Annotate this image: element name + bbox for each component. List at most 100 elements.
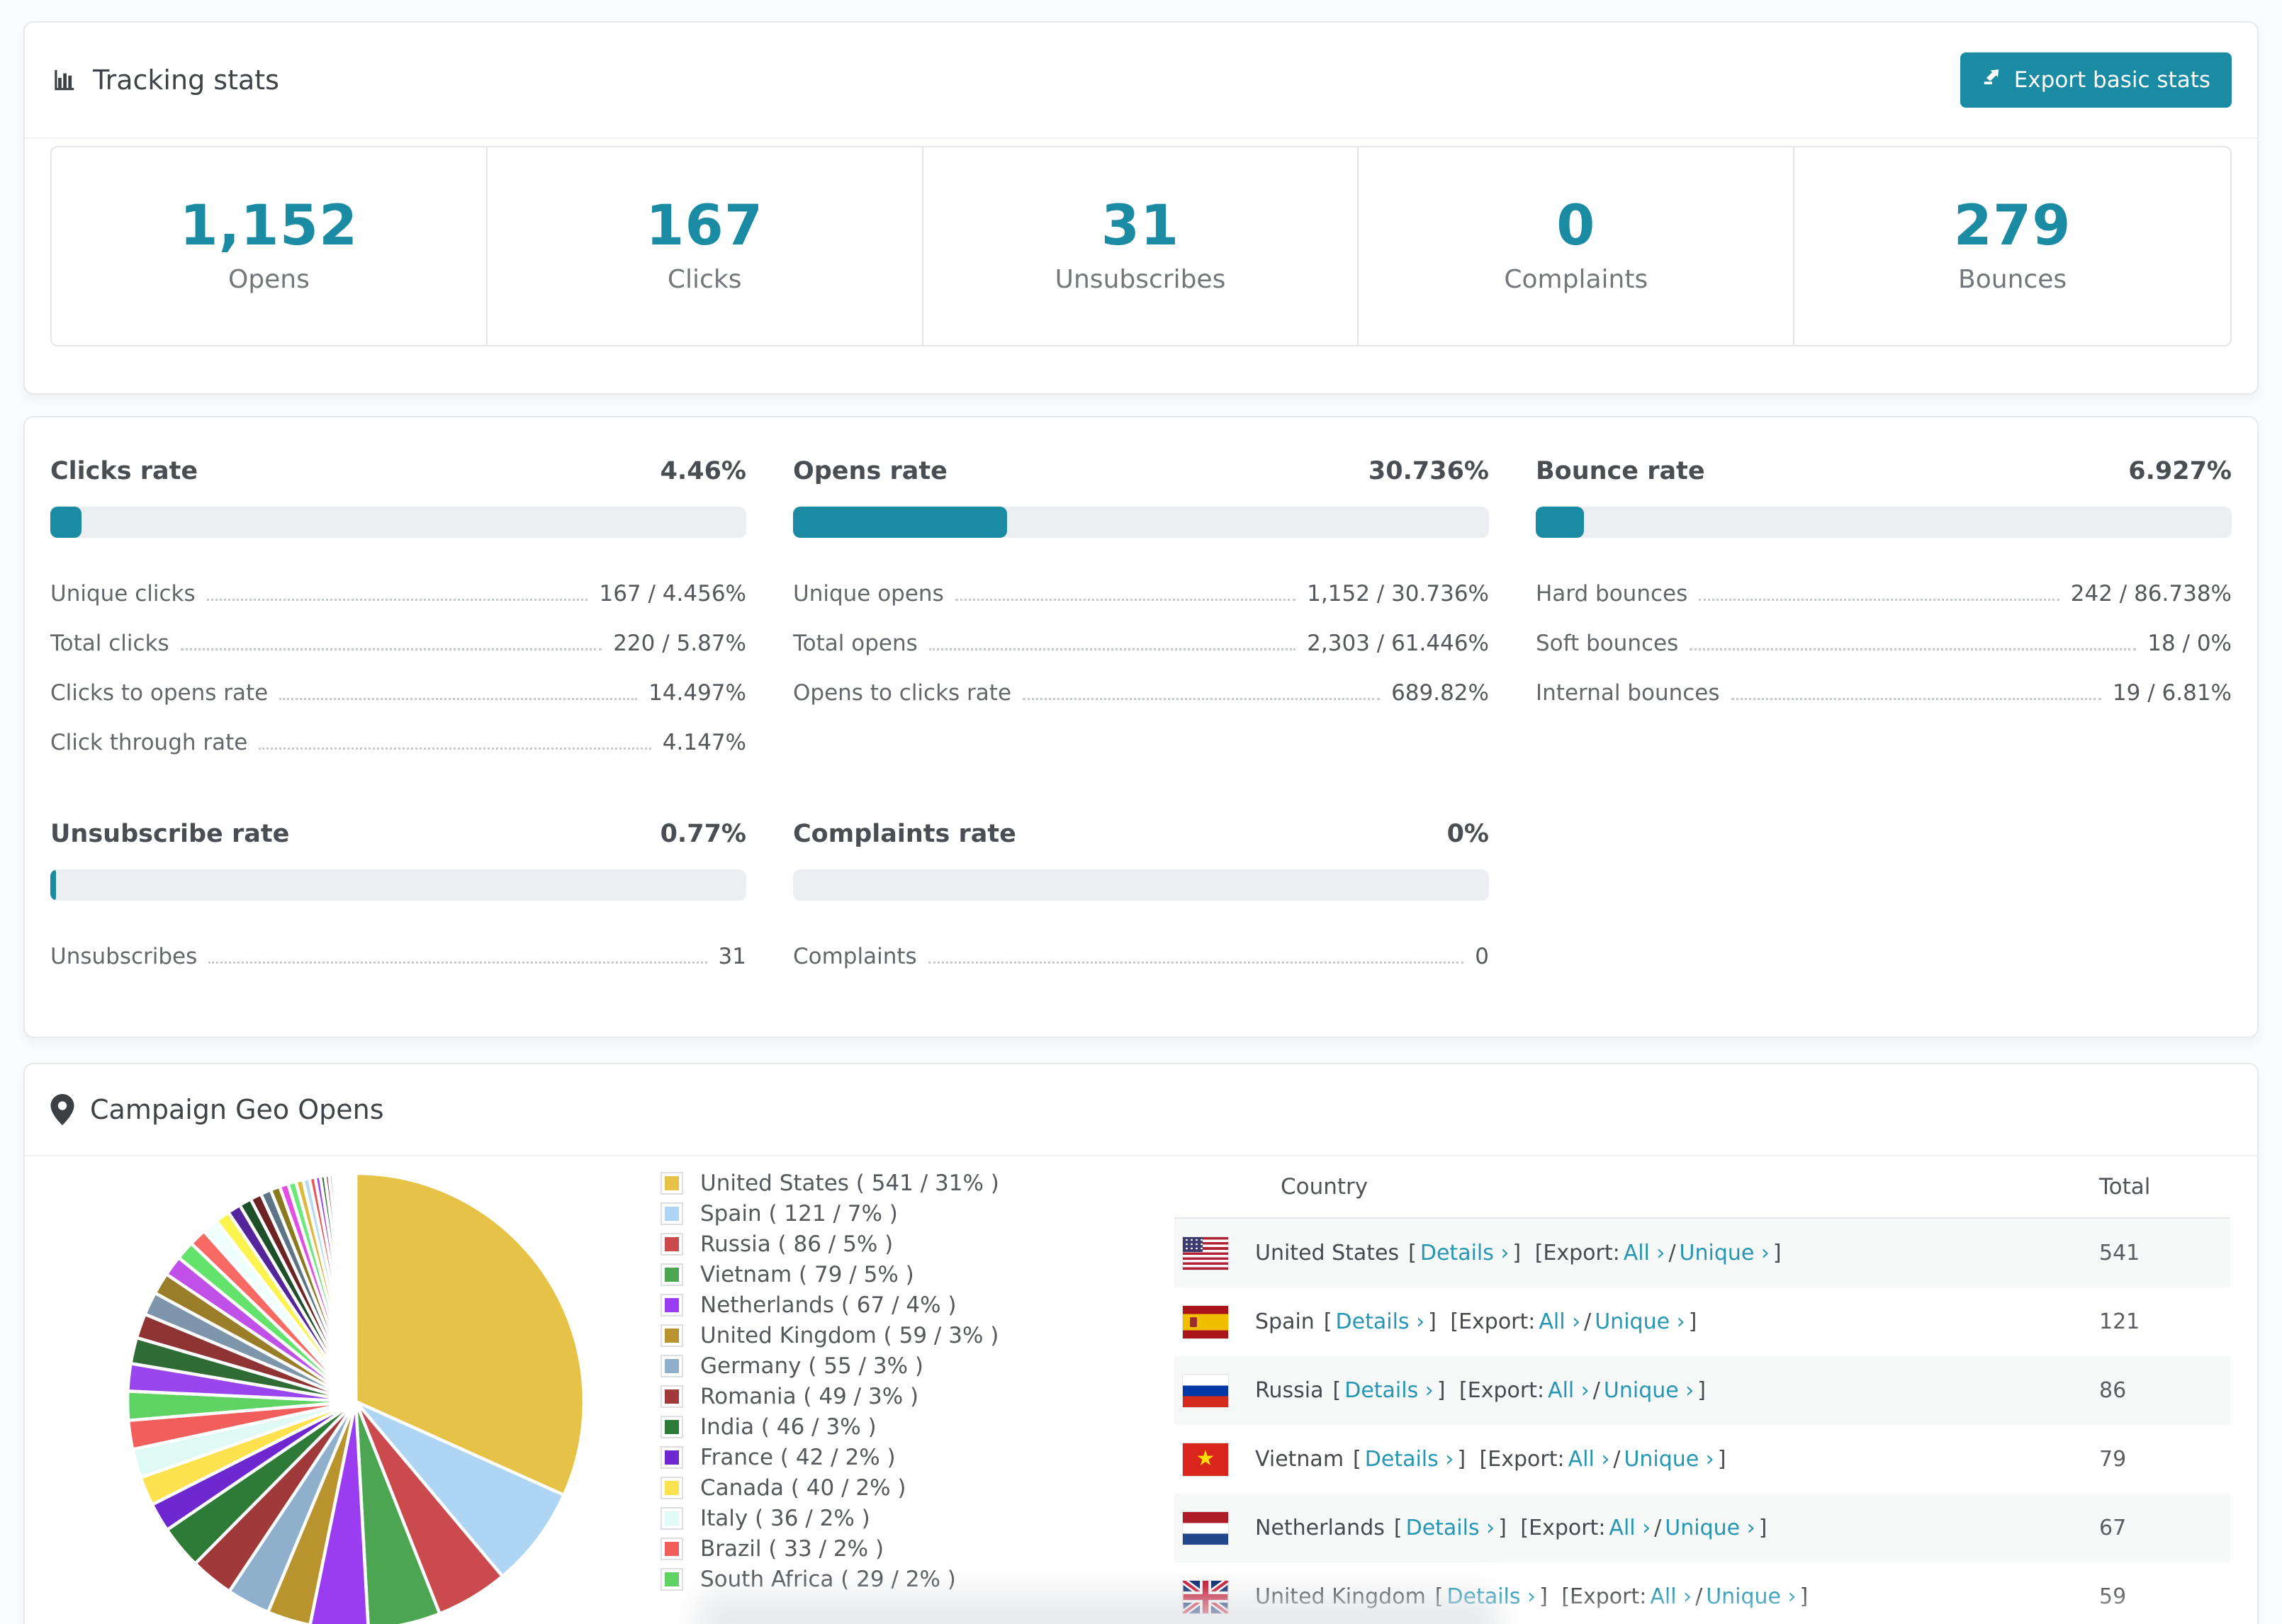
complaints-count: 0 (1556, 194, 1596, 258)
export-unique-link[interactable]: Unique › (1680, 1241, 1770, 1265)
legend-item[interactable]: Romania ( 49 / 3% ) (661, 1381, 999, 1411)
bounce-rate-bar (1536, 507, 2232, 538)
export-unique-link[interactable]: Unique › (1665, 1516, 1755, 1540)
unsubscribe-rate-value: 0.77% (660, 820, 746, 848)
table-row-spain: Spain[Details ›] [Export: All › / Unique ›]… (1174, 1287, 2230, 1356)
details-link[interactable]: Details › (1336, 1309, 1425, 1334)
country-name: Vietnam (1255, 1447, 1344, 1472)
export-icon (1982, 67, 2003, 94)
dotted-leader (1699, 599, 2059, 601)
clicks-rate-section: Clicks rate 4.46% Unique clicks 167 / 4.4… (50, 457, 746, 767)
country-total: 59 (2099, 1584, 2127, 1609)
details-link[interactable]: Details › (1406, 1516, 1495, 1540)
stat-row: Unique opens 1,152 / 30.736% (793, 581, 1489, 607)
flag-netherlands-icon (1183, 1511, 1228, 1545)
details-link[interactable]: Details › (1344, 1378, 1434, 1403)
dotted-leader (259, 748, 651, 750)
stat-row: Total clicks 220 / 5.87% (50, 631, 746, 656)
legend-item[interactable]: United Kingdom ( 59 / 3% ) (661, 1320, 999, 1350)
stat-row: Unsubscribes 31 (50, 944, 746, 969)
total-column-header: Total (2099, 1174, 2151, 1200)
legend-swatch (661, 1232, 683, 1256)
geo-opens-pie-chart[interactable] (122, 1168, 590, 1624)
opens-label: Opens (227, 265, 310, 294)
country-name: United States (1255, 1241, 1400, 1265)
export-all-link[interactable]: All › (1624, 1241, 1665, 1265)
legend-item[interactable]: Germany ( 55 / 3% ) (661, 1350, 999, 1381)
legend-item[interactable]: France ( 42 / 2% ) (661, 1442, 999, 1472)
dotted-leader (1731, 698, 2101, 700)
export-all-link[interactable]: All › (1539, 1309, 1580, 1334)
legend-label: Germany ( 55 / 3% ) (700, 1353, 924, 1379)
export-unique-link[interactable]: Unique › (1595, 1309, 1685, 1334)
legend-item[interactable]: Russia ( 86 / 5% ) (661, 1229, 999, 1259)
dotted-leader (928, 962, 1464, 964)
flag-spain-icon (1183, 1305, 1228, 1338)
country-total: 79 (2099, 1447, 2127, 1472)
export-all-link[interactable]: All › (1548, 1378, 1590, 1403)
legend-item[interactable]: Netherlands ( 67 / 4% ) (661, 1290, 999, 1320)
details-link[interactable]: Details › (1365, 1447, 1454, 1472)
stat-row: Opens to clicks rate 689.82% (793, 680, 1489, 706)
export-unique-link[interactable]: Unique › (1624, 1447, 1714, 1472)
flag-russia-icon (1183, 1374, 1228, 1407)
legend-label: Russia ( 86 / 5% ) (700, 1231, 894, 1257)
stat-row: Internal bounces 19 / 6.81% (1536, 680, 2232, 706)
export-all-link[interactable]: All › (1568, 1447, 1610, 1472)
bounce-rate-title: Bounce rate (1536, 457, 1705, 485)
legend-label: South Africa ( 29 / 2% ) (700, 1566, 956, 1592)
summary-box-bounces: 279 Bounces (1794, 147, 2230, 345)
legend-swatch (661, 1354, 683, 1377)
opens-rate-title: Opens rate (793, 457, 948, 485)
table-row-russia: Russia[Details ›] [Export: All › / Unique ›… (1174, 1356, 2230, 1425)
header-divider (25, 137, 2257, 139)
opens-rate-bar (793, 507, 1489, 538)
unsubscribes-label: Unsubscribes (1055, 265, 1226, 294)
legend-label: Vietnam ( 79 / 5% ) (700, 1261, 914, 1287)
legend-swatch (661, 1537, 683, 1560)
export-unique-link[interactable]: Unique › (1706, 1584, 1796, 1609)
legend-label: India ( 46 / 3% ) (700, 1414, 877, 1440)
flag-united-states-icon (1183, 1236, 1228, 1270)
legend-item[interactable]: United States ( 541 / 31% ) (661, 1168, 999, 1198)
legend-item[interactable]: South Africa ( 29 / 2% ) (661, 1564, 999, 1594)
bottom-blur-overlay (698, 1593, 1499, 1624)
unsubscribe-rate-bar (50, 869, 746, 901)
stat-row: Soft bounces 18 / 0% (1536, 631, 2232, 656)
country-name: Netherlands (1255, 1516, 1385, 1540)
country-column-header: Country (1281, 1174, 1368, 1200)
export-all-link[interactable]: All › (1650, 1584, 1692, 1609)
flag-vietnam-icon (1183, 1443, 1228, 1476)
legend-swatch (661, 1171, 683, 1195)
tracking-stats-card: Tracking stats Export basic stats 1,152 … (23, 21, 2259, 395)
stat-row: Clicks to opens rate 14.497% (50, 680, 746, 706)
legend-item[interactable]: India ( 46 / 3% ) (661, 1411, 999, 1442)
legend-item[interactable]: Italy ( 36 / 2% ) (661, 1503, 999, 1533)
legend-item[interactable]: Canada ( 40 / 2% ) (661, 1472, 999, 1503)
summary-boxes: 1,152 Opens 167 Clicks 31 Unsubscribes 0… (50, 146, 2232, 346)
dotted-leader (1023, 698, 1381, 700)
geo-body: United States ( 541 / 31% ) Spain ( 121 /… (25, 1156, 2257, 1624)
export-unique-link[interactable]: Unique › (1604, 1378, 1694, 1403)
legend-swatch (661, 1202, 683, 1225)
pie-slice[interactable] (354, 1171, 358, 1402)
table-row-vietnam: Vietnam[Details ›] [Export:All ›/Unique … (1174, 1425, 2230, 1494)
country-total: 541 (2099, 1241, 2140, 1265)
clicks-count: 167 (646, 194, 764, 258)
legend-label: Brazil ( 33 / 2% ) (700, 1535, 884, 1562)
summary-box-unsubscribes: 31 Unsubscribes (923, 147, 1359, 345)
country-name: Russia (1255, 1378, 1324, 1403)
details-link[interactable]: Details › (1420, 1241, 1510, 1265)
bar-chart-icon (50, 67, 77, 94)
summary-box-clicks: 167 Clicks (488, 147, 923, 345)
stat-row: Complaints 0 (793, 944, 1489, 969)
bounces-count: 279 (1953, 194, 2072, 258)
export-button-label: Export basic stats (2013, 67, 2210, 93)
legend-item[interactable]: Brazil ( 33 / 2% ) (661, 1533, 999, 1564)
legend-swatch (661, 1385, 683, 1408)
tracking-stats-title: Tracking stats (50, 64, 279, 96)
legend-item[interactable]: Vietnam ( 79 / 5% ) (661, 1259, 999, 1290)
export-all-link[interactable]: All › (1609, 1516, 1651, 1540)
export-basic-stats-button[interactable]: Export basic stats (1960, 52, 2232, 108)
legend-item[interactable]: Spain ( 121 / 7% ) (661, 1198, 999, 1229)
